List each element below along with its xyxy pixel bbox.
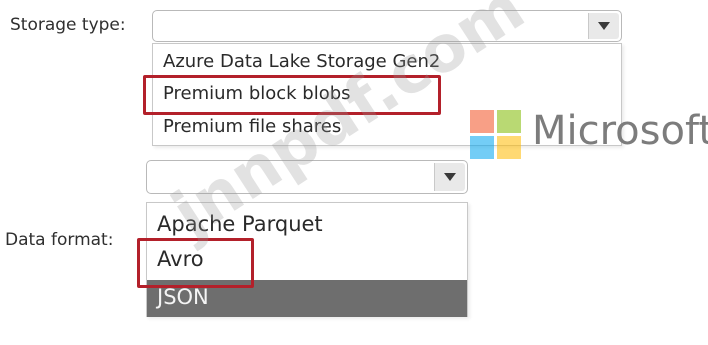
answer-highlight-storage bbox=[143, 75, 441, 115]
answer-highlight-format bbox=[137, 238, 254, 288]
option-json[interactable]: JSON bbox=[157, 285, 209, 309]
data-format-label: Data format: bbox=[5, 230, 114, 250]
option-adls-gen2[interactable]: Azure Data Lake Storage Gen2 bbox=[163, 51, 440, 72]
data-format-dropdown[interactable] bbox=[146, 160, 468, 194]
microsoft-logo bbox=[470, 110, 522, 160]
option-apache-parquet[interactable]: Apache Parquet bbox=[157, 212, 323, 236]
chevron-down-icon[interactable] bbox=[434, 163, 465, 191]
option-premium-file-shares[interactable]: Premium file shares bbox=[163, 116, 341, 137]
storage-type-label: Storage type: bbox=[10, 15, 126, 35]
storage-type-dropdown[interactable] bbox=[152, 10, 622, 42]
microsoft-wordmark: Microsoft bbox=[532, 108, 708, 154]
chevron-down-icon[interactable] bbox=[588, 13, 619, 39]
